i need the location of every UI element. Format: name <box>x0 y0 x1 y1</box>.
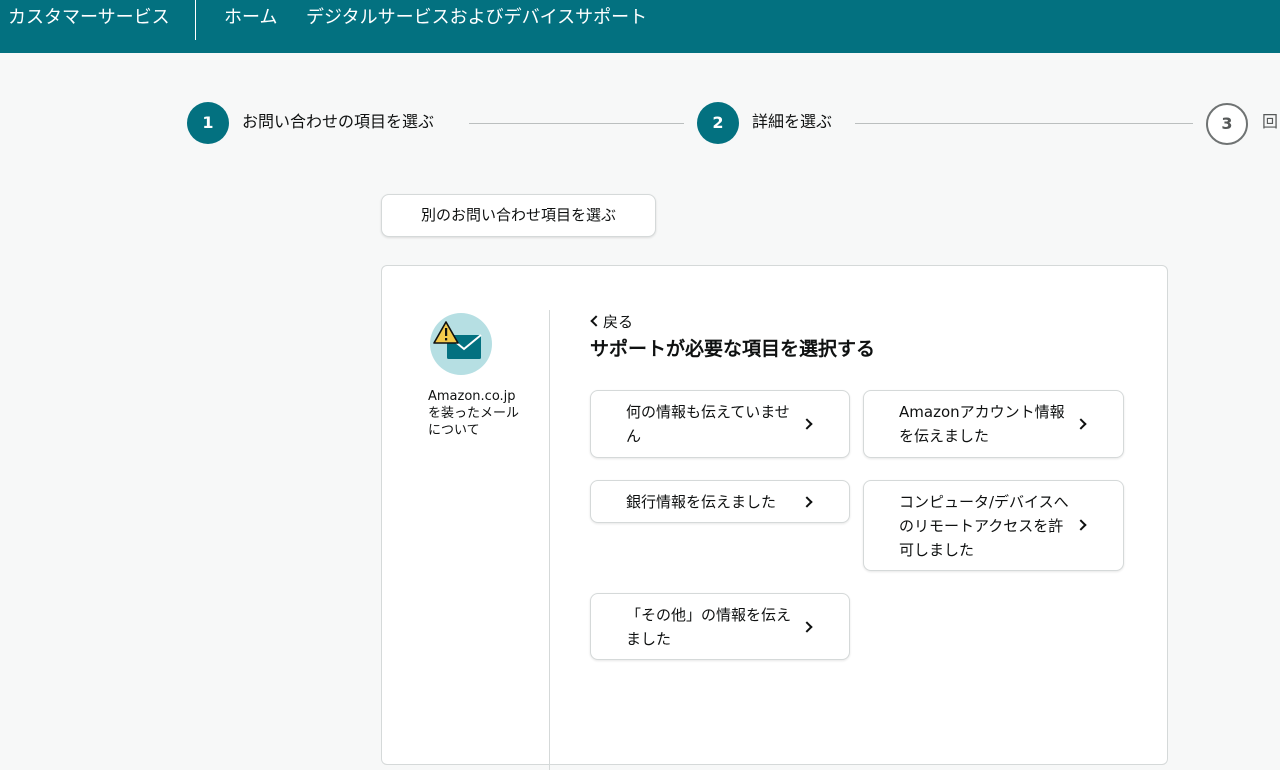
choose-other-topic-button[interactable]: 別のお問い合わせ項目を選ぶ <box>381 194 656 237</box>
option-label: コンピュータ/デバイスへのリモートアクセスを許可しました <box>899 493 1069 559</box>
back-link[interactable]: 戻る <box>590 312 633 332</box>
option-label: 何の情報も伝えていません <box>626 403 790 445</box>
step-connector-2 <box>855 123 1193 124</box>
option-bank-info-button[interactable]: 銀行情報を伝えました <box>590 480 850 523</box>
step-connector-1 <box>469 123 684 124</box>
step-3-label: 回 <box>1262 112 1279 131</box>
chevron-right-icon <box>801 621 813 633</box>
option-other-info-button[interactable]: 「その他」の情報を伝えました <box>590 593 850 660</box>
section-title: サポートが必要な項目を選択する <box>590 338 876 360</box>
step-2-circle: 2 <box>697 102 739 144</box>
option-amazon-account-button[interactable]: Amazonアカウント情報を伝えました <box>863 390 1124 458</box>
step-2-label: 詳細を選ぶ <box>752 112 833 131</box>
support-card: Amazon.co.jp を装ったメール について 戻る サポートが必要な項目を… <box>381 265 1168 770</box>
top-navigation-bar: カスタマーサービス ホーム デジタルサービスおよびデバイスサポート <box>0 0 1280 53</box>
back-label: 戻る <box>603 313 634 331</box>
step-1-label: お問い合わせの項目を選ぶ <box>242 112 435 131</box>
step-1-circle: 1 <box>187 102 229 144</box>
chevron-right-icon <box>801 418 813 430</box>
nav-digital-support-link[interactable]: デジタルサービスおよびデバイスサポート <box>306 6 647 30</box>
header-divider <box>195 0 196 40</box>
chevron-right-icon <box>1075 519 1087 531</box>
nav-home-link[interactable]: ホーム <box>224 6 277 30</box>
option-label: 「その他」の情報を伝えました <box>626 606 792 648</box>
warning-envelope-icon <box>430 313 492 375</box>
chevron-right-icon <box>1075 418 1087 430</box>
topic-label: Amazon.co.jp を装ったメール について <box>428 389 520 438</box>
card-divider <box>549 310 550 770</box>
chevron-left-icon <box>590 315 602 327</box>
step-3-circle: 3 <box>1206 103 1248 145</box>
option-label: Amazonアカウント情報を伝えました <box>899 403 1065 445</box>
option-remote-access-button[interactable]: コンピュータ/デバイスへのリモートアクセスを許可しました <box>863 480 1124 571</box>
brand-title[interactable]: カスタマーサービス <box>8 6 170 30</box>
option-no-info-button[interactable]: 何の情報も伝えていません <box>590 390 850 458</box>
option-label: 銀行情報を伝えました <box>626 493 777 511</box>
